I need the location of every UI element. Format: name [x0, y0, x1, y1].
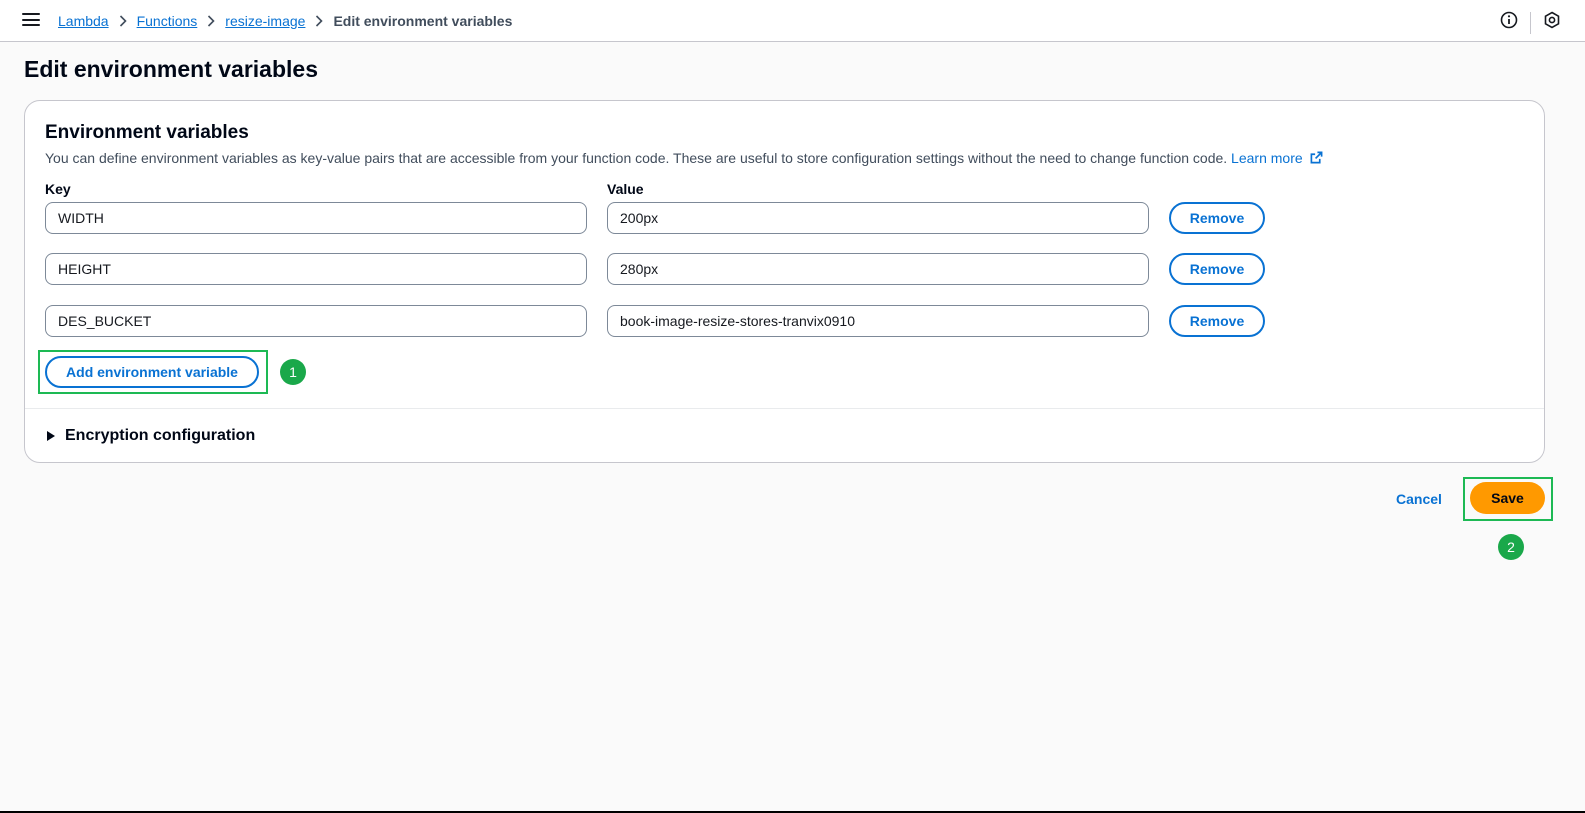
chevron-right-icon: [305, 15, 333, 27]
menu-icon[interactable]: [22, 13, 40, 29]
info-icon[interactable]: [1500, 11, 1518, 34]
panel-description: You can define environment variables as …: [45, 150, 1323, 166]
top-navigation-bar: Lambda Functions resize-image Edit envir…: [0, 0, 1585, 42]
value-input-height[interactable]: [607, 253, 1149, 285]
toolbar-divider: [1530, 11, 1531, 34]
value-input-width[interactable]: [607, 202, 1149, 234]
value-input-des-bucket[interactable]: [607, 305, 1149, 337]
remove-button-height[interactable]: Remove: [1169, 253, 1265, 285]
step-badge-1: 1: [280, 359, 306, 385]
breadcrumb-resize-image[interactable]: resize-image: [225, 13, 305, 29]
learn-more-link[interactable]: Learn more: [1231, 150, 1322, 166]
chevron-right-icon: [109, 15, 137, 27]
value-column-label: Value: [607, 181, 644, 197]
breadcrumb-lambda[interactable]: Lambda: [58, 13, 109, 29]
encryption-configuration-label: Encryption configuration: [65, 427, 256, 444]
cancel-button[interactable]: Cancel: [1390, 484, 1448, 514]
save-button[interactable]: Save: [1470, 482, 1545, 514]
breadcrumb-functions[interactable]: Functions: [137, 13, 198, 29]
remove-button-des-bucket[interactable]: Remove: [1169, 305, 1265, 337]
add-environment-variable-button[interactable]: Add environment variable: [45, 356, 259, 388]
encryption-configuration-toggle[interactable]: Encryption configuration: [47, 427, 255, 445]
caret-right-icon: [47, 431, 55, 441]
panel-title: Environment variables: [45, 122, 249, 143]
step-badge-2: 2: [1498, 534, 1524, 560]
settings-hexagon-icon[interactable]: [1543, 11, 1561, 34]
key-input-des-bucket[interactable]: [45, 305, 587, 337]
panel-divider: [25, 408, 1544, 409]
breadcrumb-current: Edit environment variables: [333, 13, 513, 29]
remove-button-width[interactable]: Remove: [1169, 202, 1265, 234]
page-title: Edit environment variables: [24, 56, 318, 82]
environment-variables-panel: Environment variables You can define env…: [24, 100, 1545, 463]
key-input-height[interactable]: [45, 253, 587, 285]
external-link-icon: [1310, 151, 1322, 164]
chevron-right-icon: [197, 15, 225, 27]
panel-description-text: You can define environment variables as …: [45, 150, 1228, 166]
key-input-width[interactable]: [45, 202, 587, 234]
key-column-label: Key: [45, 181, 71, 197]
breadcrumb: Lambda Functions resize-image Edit envir…: [58, 0, 512, 42]
